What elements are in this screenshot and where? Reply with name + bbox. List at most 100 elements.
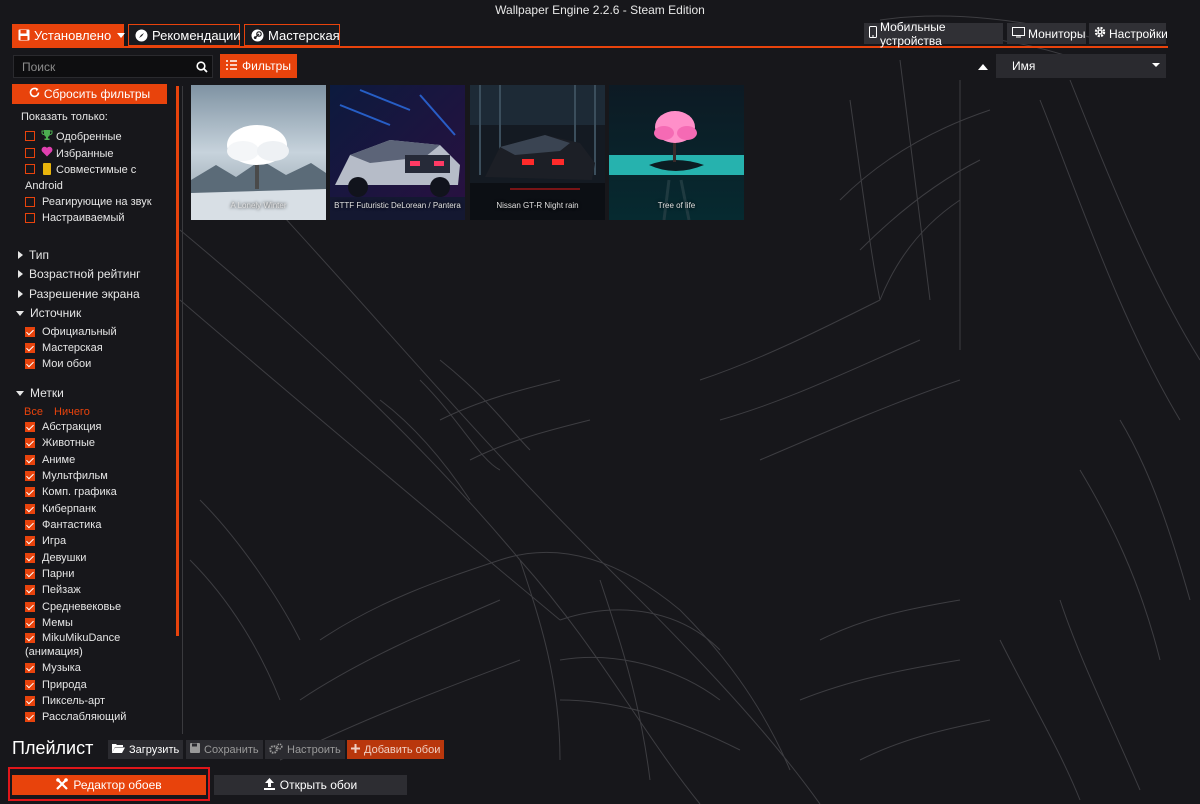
source-workshop-checkbox[interactable] [25,343,35,353]
refresh-icon [29,87,40,101]
wallpaper-editor-button[interactable]: Редактор обоев [12,775,206,795]
open-wallpaper-label: Открыть обои [279,778,358,792]
tag-checkbox[interactable] [25,569,35,579]
folder-open-icon [112,743,125,756]
search-icon[interactable] [192,60,212,73]
tag-label: Парни [42,568,75,580]
monitor-icon [1012,26,1025,41]
plus-icon [351,743,360,756]
tag-label: Игра [42,535,67,547]
tags-select-all-link[interactable]: Все [24,406,43,418]
reset-filters-button[interactable]: Сбросить фильтры [12,84,167,104]
android-compatible-label-cont: Android [25,180,63,192]
mobile-icon [43,163,51,178]
tag-checkbox[interactable] [25,712,35,722]
tag-checkbox[interactable] [25,471,35,481]
tag-checkbox[interactable] [25,504,35,514]
search-input[interactable] [14,59,192,74]
settings-button[interactable]: Настройки [1089,23,1168,44]
tag-label: Животные [42,437,96,449]
tab-label: Установлено [34,27,112,43]
monitors-button[interactable]: Мониторы [1007,23,1086,44]
open-wallpaper-button[interactable]: Открыть обои [214,775,407,795]
heart-icon [41,146,53,160]
customizable-checkbox[interactable] [25,213,35,223]
wrench-icon [56,777,69,793]
mobile-devices-button[interactable]: Мобильные устройства [864,20,1003,48]
section-label: Источник [30,306,82,320]
playlist-title: Плейлист [12,738,94,758]
tag-label: Девушки [42,552,87,564]
android-compatible-checkbox[interactable] [25,164,35,174]
sort-ascending-icon [978,64,988,70]
trophy-icon [41,129,53,144]
tag-checkbox[interactable] [25,520,35,530]
show-only-label: Показать только: [21,111,108,123]
tag-checkbox[interactable] [25,455,35,465]
window-title: Wallpaper Engine 2.2.6 - Steam Edition [495,3,705,17]
sort-value: Имя [1012,59,1036,73]
tag-label: Абстракция [42,421,102,433]
tag-checkbox[interactable] [25,602,35,612]
tag-label-cont: (анимация) [25,646,83,658]
tag-checkbox[interactable] [25,553,35,563]
cogs-icon [269,742,283,757]
audio-responsive-label: Реагирующие на звук [42,196,152,208]
tags-select-none-link[interactable]: Ничего [54,406,90,418]
tag-checkbox[interactable] [25,585,35,595]
wallpaper-title: A Lonely Winter [230,201,287,210]
playlist-load-button[interactable]: Загрузить [108,740,184,759]
favorites-checkbox[interactable] [25,148,35,158]
filters-label: Фильтры [242,59,291,73]
caret-right-icon [18,251,23,259]
wallpaper-card[interactable]: BTTF Futuristic DeLorean / Pantera [330,85,465,220]
mobile-devices-label: Мобильные устройства [880,19,946,48]
tab-recommendations[interactable]: Рекомендации [128,24,241,46]
tag-checkbox[interactable] [25,487,35,497]
section-type[interactable]: Тип [18,248,49,262]
tag-checkbox[interactable] [25,536,35,546]
playlist-configure-button[interactable]: Настроить [265,740,345,759]
mobile-phone-icon [869,26,877,41]
section-resolution[interactable]: Разрешение экрана [18,287,140,301]
caret-down-icon [16,390,24,396]
source-workshop-label: Мастерская [42,342,103,354]
sidebar-divider [182,86,183,734]
tag-checkbox[interactable] [25,696,35,706]
tag-checkbox[interactable] [25,680,35,690]
wallpaper-card[interactable]: A Lonely Winter [191,85,326,220]
monitors-label: Мониторы [1028,26,1086,41]
tag-checkbox[interactable] [25,633,35,643]
playlist-save-button[interactable]: Сохранить [186,740,263,759]
favorites-label: Избранные [56,148,114,160]
tag-label: Музыка [42,662,81,674]
section-age-rating[interactable]: Возрастной рейтинг [18,267,140,281]
tag-checkbox[interactable] [25,422,35,432]
android-compatible-label: Совместимые с [56,164,137,176]
playlist-add-button[interactable]: Добавить обои [347,740,445,759]
reset-filters-label: Сбросить фильтры [43,87,151,101]
section-tags[interactable]: Метки [16,386,64,400]
source-my-wallpapers-checkbox[interactable] [25,359,35,369]
upload-icon [263,777,275,793]
playlist-save-label: Сохранить [204,743,259,756]
sort-select[interactable]: Имя [996,54,1166,78]
tag-checkbox[interactable] [25,618,35,628]
tag-checkbox[interactable] [25,663,35,673]
source-official-label: Официальный [42,326,117,338]
source-official-checkbox[interactable] [25,327,35,337]
section-source[interactable]: Источник [16,306,81,320]
approved-checkbox[interactable] [25,131,35,141]
tab-installed[interactable]: Установлено [12,24,126,46]
audio-responsive-checkbox[interactable] [25,197,35,207]
wallpaper-card[interactable]: Tree of life [609,85,744,220]
tab-workshop[interactable]: Мастерская [244,24,340,46]
wallpaper-title: Tree of life [657,201,696,210]
sidebar-scrollbar[interactable] [176,86,179,636]
tag-checkbox[interactable] [25,438,35,448]
sort-direction-toggle[interactable] [973,58,993,76]
playlist-add-label: Добавить обои [364,743,441,756]
tag-label: Средневековье [42,601,122,613]
filters-button[interactable]: Фильтры [220,54,297,78]
wallpaper-card[interactable]: Nissan GT-R Night rain [470,85,605,220]
